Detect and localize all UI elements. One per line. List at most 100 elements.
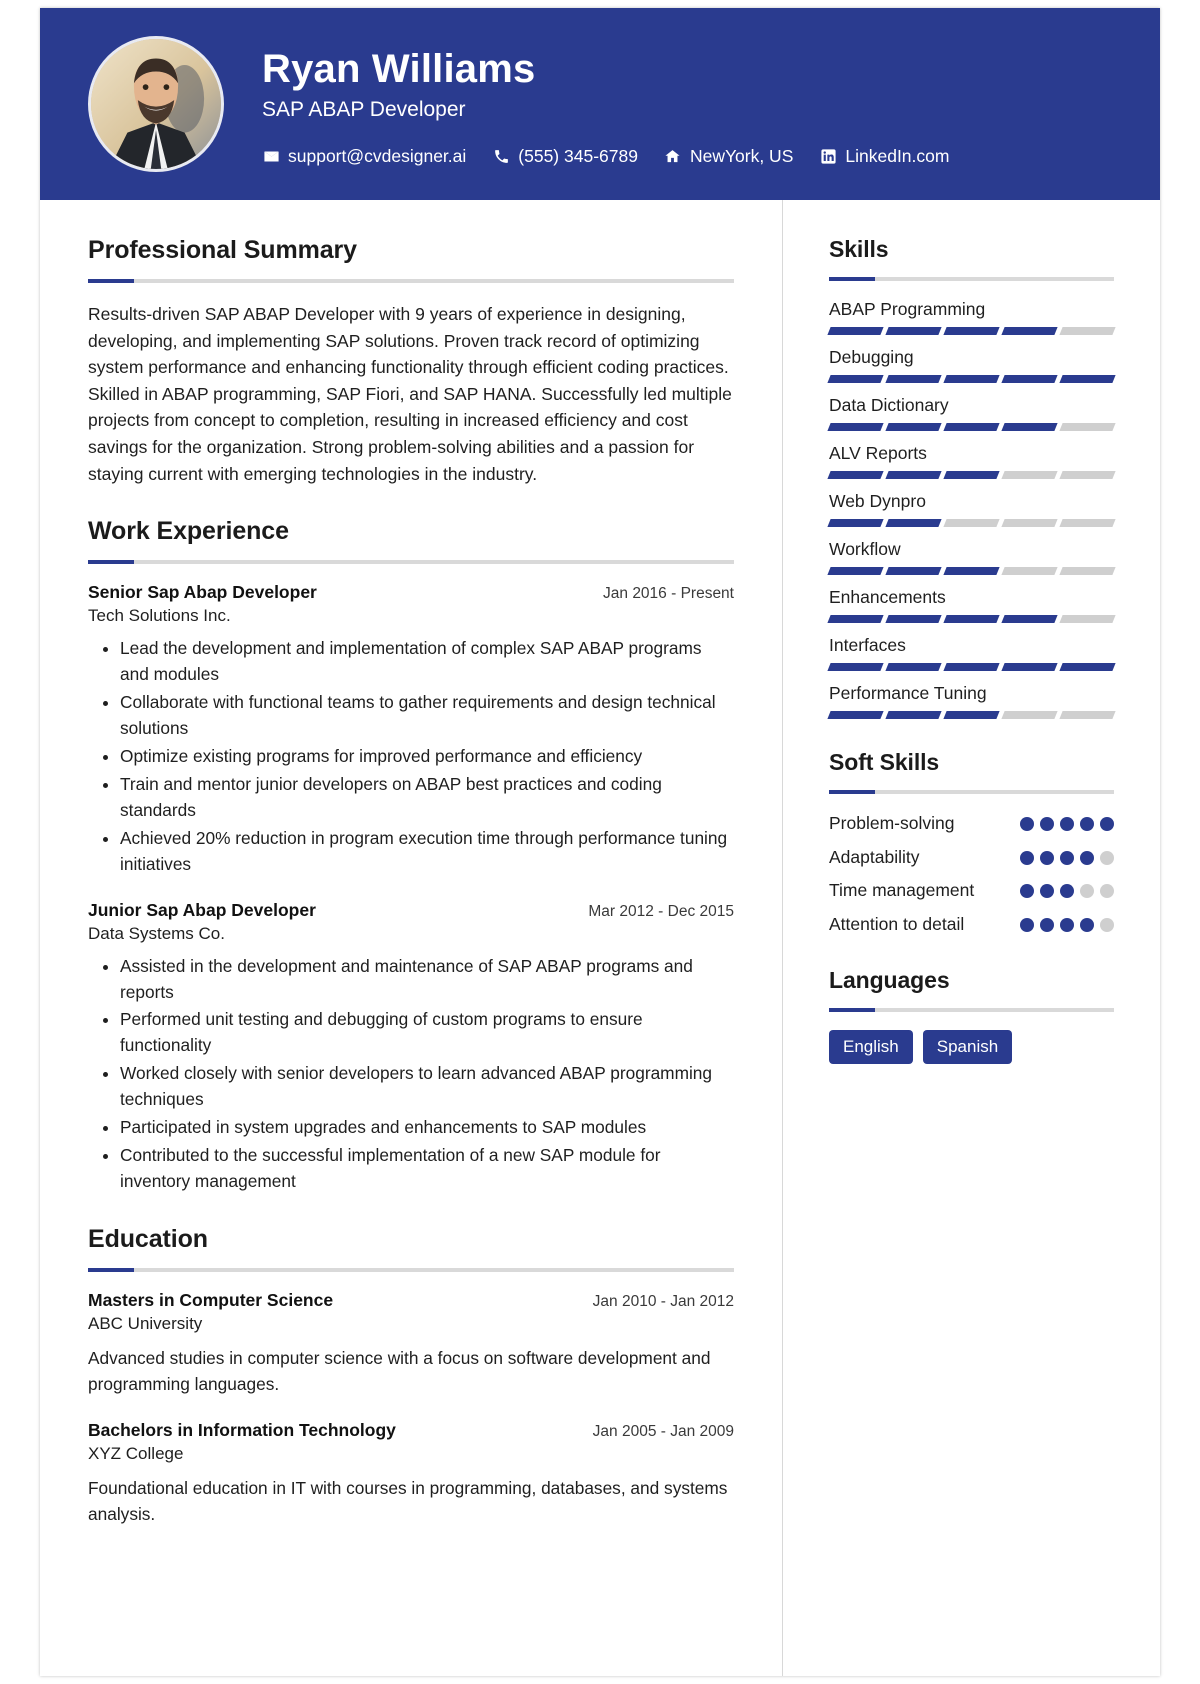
job-role-subtitle: SAP ABAP Developer <box>262 98 466 122</box>
contact-location[interactable]: NewYork, US <box>664 146 793 167</box>
skill-level-bar <box>827 615 1116 623</box>
page-title: Ryan Williams <box>262 46 536 91</box>
soft-skill-label: Attention to detail <box>829 913 965 934</box>
section-heading-languages: Languages <box>829 966 950 993</box>
skill-segment <box>827 423 884 431</box>
skill-row: Enhancements <box>827 587 1116 623</box>
experience-bullets: Lead the development and implementation … <box>88 636 734 877</box>
soft-skills-list: Problem-solving Adaptability Time manageme… <box>829 812 1114 937</box>
soft-skill-label: Problem-solving <box>829 813 955 833</box>
experience-title: Junior Sap Abap Developer <box>88 899 316 920</box>
section-heading-summary: Professional Summary <box>88 236 357 264</box>
main-column: Professional Summary Results-driven SAP … <box>40 200 782 1676</box>
contact-linkedin[interactable]: LinkedIn.com <box>819 146 949 167</box>
skills-list: ABAP Programming Debugging Data Dictionary… <box>827 299 1116 719</box>
resume-body: Professional Summary Results-driven SAP … <box>40 200 1160 1676</box>
skill-level-bar <box>827 567 1116 575</box>
rating-dot <box>1080 884 1094 899</box>
skill-row: ALV Reports <box>827 443 1116 479</box>
list-item: Train and mentor junior developers on AB… <box>120 772 734 824</box>
rating-dot <box>1020 817 1034 831</box>
skill-level-bar <box>827 423 1116 431</box>
skill-segment <box>1001 471 1058 479</box>
rating-dot <box>1060 817 1074 831</box>
rating-dot <box>1080 917 1094 932</box>
language-pill-list: English Spanish <box>829 1029 1114 1064</box>
soft-skill-row: Time management <box>829 879 1114 903</box>
skill-segment <box>1001 663 1058 671</box>
contact-phone[interactable]: (555) 345-6789 <box>492 146 638 167</box>
contact-email[interactable]: support@cvdesigner.ai <box>262 146 466 167</box>
profile-photo-icon <box>91 39 221 169</box>
experience-header: Junior Sap Abap Developer Mar 2012 - Dec… <box>88 900 734 921</box>
language-pill: Spanish <box>922 1029 1013 1064</box>
skill-segment <box>943 471 1000 479</box>
header-text-block: Ryan Williams SAP ABAP Developer support… <box>262 41 949 168</box>
skill-segment <box>827 471 884 479</box>
experience-item: Junior Sap Abap Developer Mar 2012 - Dec… <box>88 900 734 1195</box>
section-divider <box>88 279 734 283</box>
education-item: Masters in Computer Science Jan 2010 - J… <box>88 1290 734 1398</box>
soft-skill-row: Problem-solving <box>829 812 1114 836</box>
list-item: Performed unit testing and debugging of … <box>120 1007 734 1059</box>
skill-segment <box>943 567 1000 575</box>
skill-segment <box>943 423 1000 431</box>
section-divider <box>88 560 734 565</box>
skill-segment <box>1001 519 1058 527</box>
contact-location-label: NewYork, US <box>689 146 794 167</box>
section-divider <box>829 790 1114 794</box>
rating-dot <box>1080 817 1094 831</box>
skill-row: ABAP Programming <box>827 299 1116 335</box>
skill-level-bar <box>827 327 1116 335</box>
education-description: Advanced studies in computer science wit… <box>88 1348 711 1394</box>
soft-skill-row: Adaptability <box>829 846 1114 870</box>
rating-dot <box>1060 884 1074 899</box>
skill-segment <box>943 519 1000 527</box>
section-professional-summary: Professional Summary Results-driven SAP … <box>88 236 734 487</box>
skill-segment <box>827 375 884 383</box>
skill-segment <box>827 711 884 719</box>
list-item: Optimize existing programs for improved … <box>120 744 734 770</box>
skill-segment <box>1059 519 1116 527</box>
rating-dot <box>1040 817 1054 831</box>
rating-dot <box>1100 817 1114 831</box>
skill-segment <box>1059 327 1116 335</box>
skill-row: Workflow <box>827 539 1116 575</box>
skill-segment <box>827 567 884 575</box>
rating-dot <box>1100 884 1114 899</box>
education-date: Jan 2005 - Jan 2009 <box>592 1422 734 1440</box>
education-degree: Masters in Computer Science <box>88 1290 334 1311</box>
skill-label: Interfaces <box>829 635 906 655</box>
experience-company: Data Systems Co. <box>88 923 225 943</box>
section-soft-skills: Soft Skills Problem-solving Adaptability T… <box>829 749 1114 937</box>
skill-segment <box>1059 423 1116 431</box>
sidebar-column: Skills ABAP Programming Debugging Data Dic… <box>782 200 1160 1676</box>
soft-skill-label: Time management <box>829 880 975 901</box>
skill-segment <box>943 615 1000 623</box>
skill-label: Enhancements <box>829 587 946 607</box>
skill-segment <box>885 471 942 479</box>
section-languages: Languages English Spanish <box>829 967 1114 1064</box>
contact-linkedin-label: LinkedIn.com <box>845 146 950 167</box>
skill-segment <box>1059 615 1116 623</box>
rating-dot <box>1100 850 1114 865</box>
skill-label: Web Dynpro <box>829 491 926 511</box>
soft-skill-rating <box>1020 812 1114 831</box>
skill-segment <box>1001 327 1058 335</box>
education-school: ABC University <box>88 1314 203 1334</box>
skill-segment <box>1059 471 1116 479</box>
skill-segment <box>1001 711 1058 719</box>
section-heading-skills: Skills <box>829 236 889 262</box>
list-item: Lead the development and implementation … <box>120 636 734 688</box>
education-item: Bachelors in Information Technology Jan … <box>88 1420 734 1528</box>
language-pill: English <box>829 1029 913 1064</box>
rating-dot <box>1040 884 1054 899</box>
soft-skill-rating <box>1020 846 1114 865</box>
skill-segment <box>943 327 1000 335</box>
skill-segment <box>943 375 1000 383</box>
section-work-experience: Work Experience Senior Sap Abap Develope… <box>88 517 734 1195</box>
skill-level-bar <box>827 711 1116 719</box>
education-description: Foundational education in IT with course… <box>88 1477 728 1524</box>
skill-segment <box>827 519 884 527</box>
skill-level-bar <box>827 375 1116 383</box>
